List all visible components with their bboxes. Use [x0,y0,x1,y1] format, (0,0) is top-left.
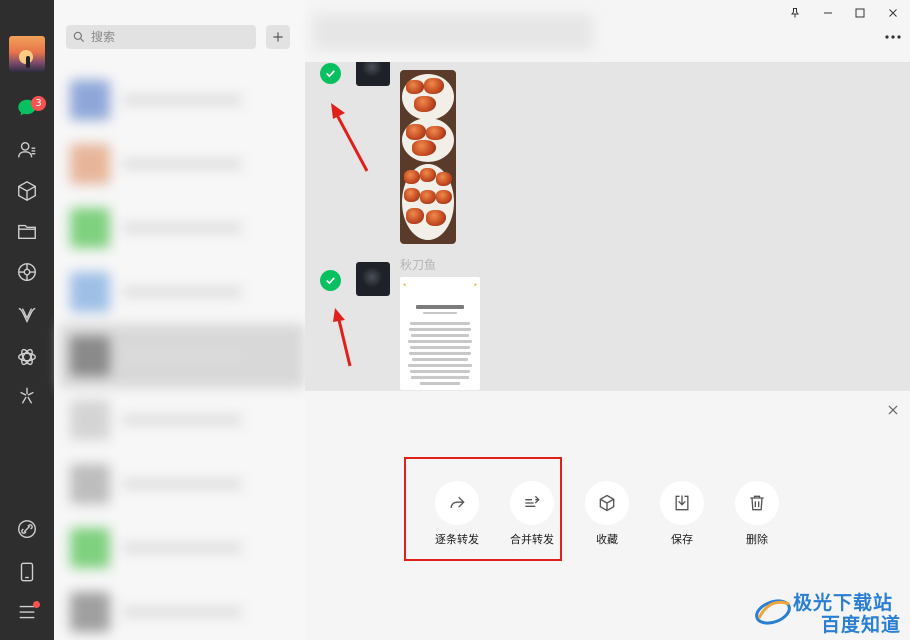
chat-panel: 秋刀鱼 ◂ ▸ 逐条转发 合并转发 收藏 保存 删除 [305,0,910,640]
favorites-icon[interactable] [15,179,39,203]
image-message[interactable] [400,70,456,244]
plus-icon [273,32,283,42]
menu-notification-dot [33,601,40,608]
close-icon [889,9,897,17]
list-item[interactable] [60,132,305,196]
list-item[interactable] [60,388,305,452]
minimize-icon [824,12,832,14]
sender-name: 秋刀鱼 [400,258,437,272]
unread-badge: 3 [31,96,46,111]
wechat-window: 3 搜索 秋刀鱼 ◂ ▸ 逐条转发 合并转发 收藏 保存 删除 极光下载站 百度… [0,0,910,640]
files-icon[interactable] [15,219,39,243]
checkmark-icon [326,277,335,285]
search-box[interactable] [66,25,256,49]
checkmark-icon [326,70,335,78]
channels-icon[interactable] [15,303,39,327]
close-panel-button[interactable] [885,402,901,418]
search-input[interactable] [91,30,241,44]
sender-avatar[interactable] [356,62,390,86]
message-area: 秋刀鱼 ◂ ▸ [305,62,910,390]
contacts-icon[interactable] [15,138,39,162]
more-dots-icon [885,35,901,39]
delete-button[interactable]: 删除 [722,481,792,547]
close-window-button[interactable] [882,4,904,22]
action-label: 收藏 [596,533,618,546]
moments-icon[interactable] [15,260,39,284]
search-network-icon[interactable] [15,345,39,369]
aurora-logo-icon [755,599,791,625]
chat-title-bar [305,0,910,62]
trash-icon [750,495,764,511]
cube-icon-circle [585,481,629,525]
favorite-button[interactable]: 收藏 [572,481,642,547]
chat-title-blurred [313,14,593,50]
action-label: 保存 [671,533,693,546]
maximize-button[interactable] [849,4,871,22]
sender-avatar[interactable] [356,262,390,296]
left-navigation-bar: 3 [0,0,54,640]
more-options-button[interactable] [883,30,903,44]
list-item[interactable] [60,260,305,324]
watermark-logo: 极光下载站 百度知道 [753,588,903,636]
avatar-person [26,56,30,68]
pin-icon [791,8,799,18]
annotation-arrow [333,308,352,367]
list-item[interactable] [60,324,305,388]
trash-icon-circle [735,481,779,525]
link-icon[interactable] [15,517,39,541]
user-avatar[interactable] [9,36,45,72]
list-item[interactable] [60,196,305,260]
list-item[interactable] [60,68,305,132]
minimize-button[interactable] [817,4,839,22]
search-icon [73,31,85,43]
conversation-list-blurred [60,68,305,640]
pin-button[interactable] [784,4,806,22]
mini-programs-icon[interactable] [15,384,39,408]
message-select-checkbox[interactable] [320,63,341,84]
action-label: 删除 [746,533,768,546]
maximize-icon [855,8,865,18]
add-button[interactable] [266,25,290,49]
watermark-text-secondary: 百度知道 [821,614,902,636]
message-select-checkbox[interactable] [320,270,341,291]
cube-icon [599,494,615,512]
annotation-arrow [331,103,369,172]
list-item[interactable] [60,580,305,640]
phone-icon[interactable] [15,560,39,584]
list-item[interactable] [60,452,305,516]
list-item[interactable] [60,516,305,580]
highlight-box [404,457,562,561]
document-image-message[interactable]: ◂ ▸ [400,277,480,390]
save-button[interactable]: 保存 [647,481,717,547]
download-icon-circle [660,481,704,525]
download-icon [675,495,689,511]
close-icon [888,405,898,415]
